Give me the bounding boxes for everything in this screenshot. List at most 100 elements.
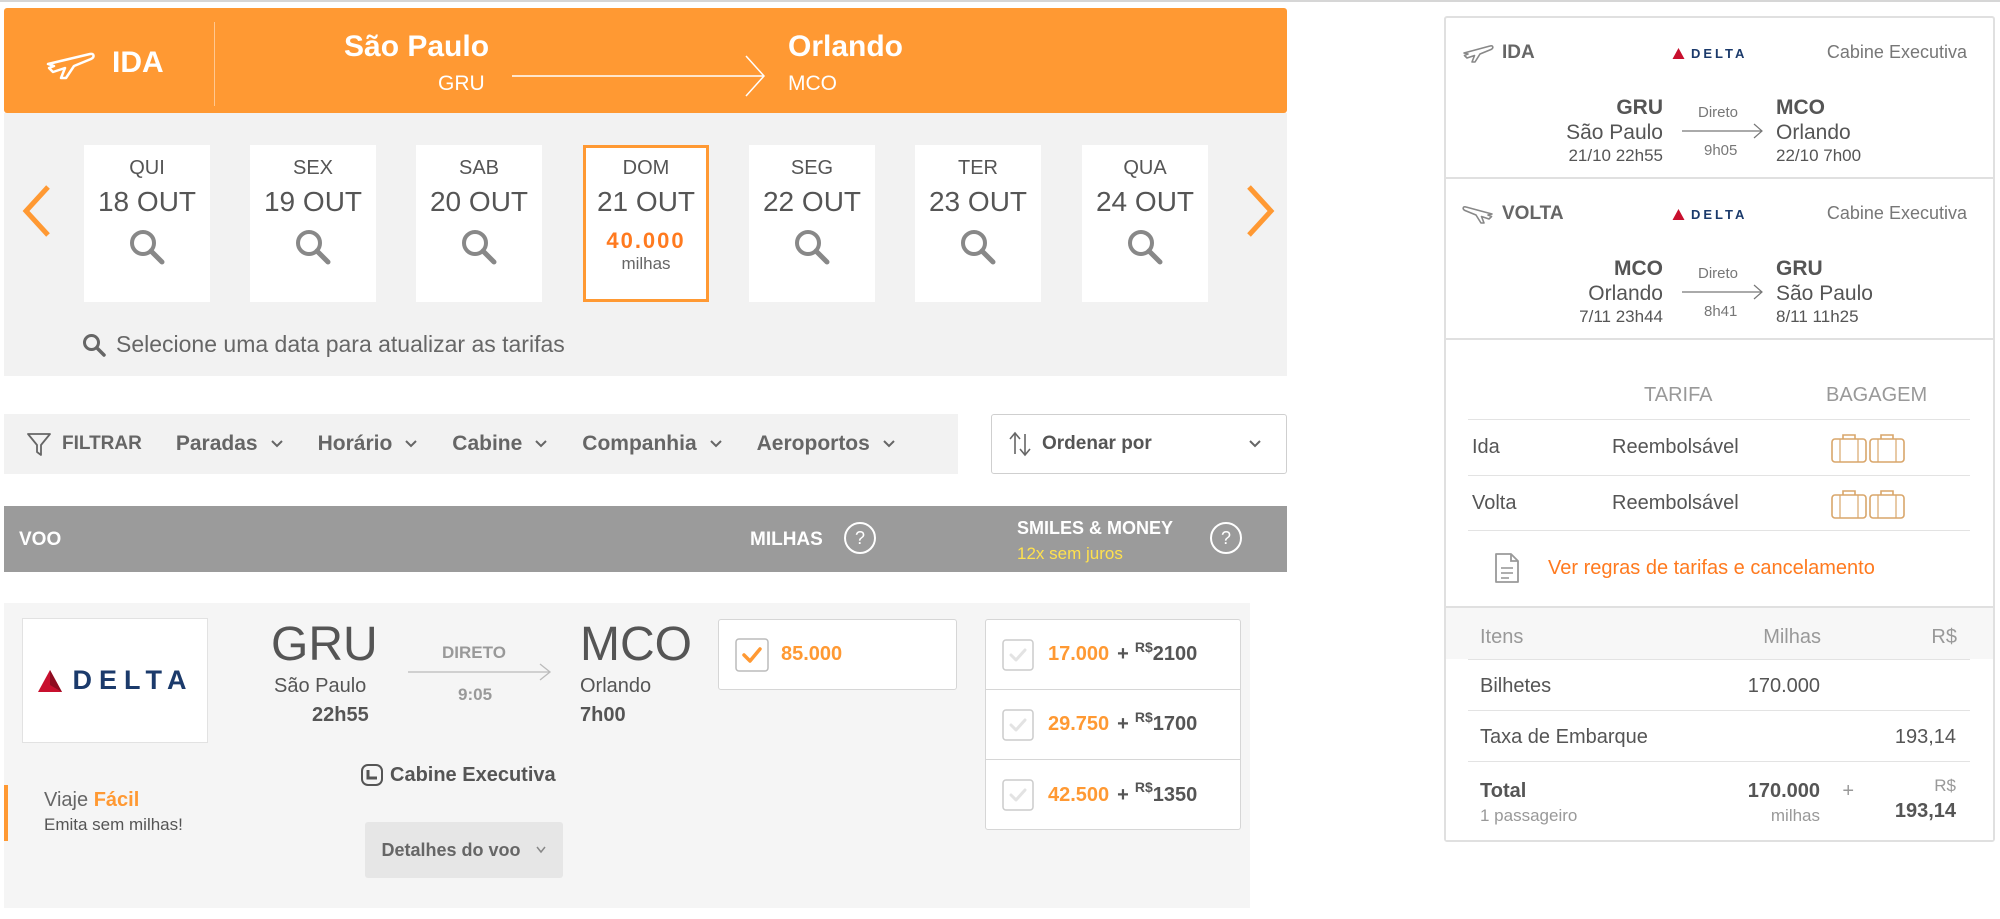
search-icon [83, 333, 106, 357]
flight-destination-city: Orlando [580, 675, 652, 697]
chevron-down-icon [883, 440, 895, 448]
date-card-21-out-selected[interactable]: DOM 21 OUT 40.000 milhas [583, 145, 709, 302]
fare-type: Reembolsável [1612, 492, 1739, 514]
date-day: 18 OUT [97, 186, 197, 217]
chevron-down-icon [270, 440, 283, 448]
sort-label: Ordenar por [1042, 433, 1152, 454]
leg-duration: 8h41 [1704, 303, 1738, 320]
chevron-left-icon[interactable] [18, 181, 58, 241]
fare-rules-link[interactable]: Ver regras de tarifas e cancelamento [1494, 552, 1875, 584]
chevron-down-icon [405, 440, 417, 448]
leg-origin-code: GRU [1616, 96, 1663, 119]
totals-rs: 193,14 [1894, 726, 1956, 748]
filter-option-label: Companhia [582, 432, 697, 455]
filter-companhia[interactable]: Companhia [582, 432, 722, 456]
smiles-money-help-icon[interactable]: ? [1210, 522, 1242, 554]
booking-summary: IDA DELTA Cabine Executiva GRU São Paulo… [1444, 16, 1995, 842]
date-card-18-out[interactable]: QUI 18 OUT [84, 145, 210, 302]
flight-arrival-time: 7h00 [580, 704, 626, 726]
date-weekday: SEX [292, 157, 334, 179]
date-card-20-out[interactable]: SAB 20 OUT [416, 145, 542, 302]
checkbox-icon[interactable] [1002, 708, 1034, 741]
chevron-down-icon [1249, 440, 1261, 448]
fare-type: Reembolsável [1612, 436, 1739, 458]
chevron-down-icon [709, 440, 722, 448]
date-card-23-out[interactable]: TER 23 OUT [915, 145, 1041, 302]
top-divider [0, 0, 2000, 2]
flight-direct-label: DIRETO [442, 643, 506, 662]
leg-arrival: 8/11 11h25 [1776, 307, 1859, 326]
leg-destination-code: MCO [1776, 96, 1825, 119]
filter-bar: FILTRAR Paradas Horário Cabine Companhia… [4, 414, 958, 474]
filter-cabine[interactable]: Cabine [452, 432, 548, 456]
date-card-22-out[interactable]: SEG 22 OUT [749, 145, 875, 302]
chevron-right-icon[interactable] [1239, 181, 1279, 241]
document-icon [1495, 553, 1519, 583]
search-icon [1128, 230, 1163, 265]
flight-origin-city: São Paulo [274, 675, 367, 697]
sort-dropdown[interactable]: Ordenar por [991, 414, 1287, 474]
date-day: 21 OUT [596, 186, 696, 217]
filter-button[interactable]: FILTRAR [26, 431, 142, 457]
filter-horario[interactable]: Horário [318, 432, 419, 456]
checkbox-checked-icon[interactable] [735, 637, 769, 672]
delta-logo-icon [37, 669, 62, 692]
plane-takeoff-icon [46, 52, 95, 80]
destination-city: Orlando [788, 30, 904, 63]
filter-option-label: Aeroportos [756, 432, 870, 455]
column-milhas: MILHAS [750, 529, 823, 550]
smiles-money-amount: 1350 [1152, 783, 1198, 806]
column-smiles-money: SMILES & MONEY [1017, 518, 1174, 538]
leg-departure: 7/11 23h44 [1579, 307, 1663, 326]
promo-brand-b: Fácil [93, 789, 140, 811]
flight-result-row: DELTA GRU São Paulo 22h55 DIRETO 9:05 MC… [4, 603, 1250, 908]
date-weekday: QUI [129, 157, 165, 179]
route-arrow-icon [408, 663, 552, 681]
filter-paradas[interactable]: Paradas [176, 432, 284, 456]
column-voo: VOO [19, 529, 62, 550]
totals-column-milhas: Milhas [1763, 626, 1821, 648]
fare-row-volta: Volta Reembolsável [1468, 475, 1970, 531]
route-arrow-icon [512, 55, 766, 97]
milhas-fare-option[interactable]: 85.000 [718, 619, 957, 690]
destination-code: MCO [788, 72, 837, 95]
date-card-19-out[interactable]: SEX 19 OUT [250, 145, 376, 302]
chevron-down-icon [535, 440, 548, 448]
leg-airline-name: DELTA [1691, 46, 1748, 61]
delta-logo-icon [1672, 209, 1685, 220]
checkbox-icon[interactable] [1002, 638, 1034, 671]
flight-details-button[interactable]: Detalhes do voo [365, 822, 563, 878]
milhas-help-icon[interactable]: ? [844, 522, 876, 554]
airline-logo: DELTA [22, 618, 208, 743]
smiles-money-option[interactable]: 42.500 + R$ 1350 [986, 760, 1240, 830]
date-price-unit: milhas [621, 254, 671, 273]
checkbox-icon[interactable] [1002, 779, 1034, 811]
smiles-money-option[interactable]: 29.750 + R$ 1700 [986, 690, 1240, 760]
baggage-icon [1831, 434, 1905, 463]
date-weekday: DOM [622, 157, 670, 179]
leg-duration: 9h05 [1704, 142, 1738, 159]
milhas-fare-value: 85.000 [781, 643, 843, 665]
viaje-facil-logo[interactable]: Viaje Fácil [44, 789, 139, 812]
flight-origin-code: GRU [271, 618, 378, 671]
leg-airline-name: DELTA [1691, 207, 1748, 222]
plus-sign: + [1117, 783, 1129, 806]
filter-aeroportos[interactable]: Aeroportos [757, 432, 896, 456]
total-label: Total [1480, 780, 1527, 802]
fare-column-tarifa: TARIFA [1644, 384, 1713, 406]
route-arrow-icon [1682, 123, 1763, 139]
fare-leg: Ida [1472, 436, 1500, 458]
total-plus: + [1842, 780, 1854, 802]
smiles-money-option[interactable]: 17.000 + R$ 2100 [986, 620, 1240, 690]
cabin-class-label: Cabine Executiva [390, 763, 556, 786]
plus-sign: + [1117, 713, 1129, 735]
smiles-money-options: 17.000 + R$ 2100 29.750 + R$ 1700 42.500… [985, 619, 1241, 830]
flight-departure-time: 22h55 [312, 704, 369, 726]
totals-label: Bilhetes [1480, 675, 1552, 697]
date-day: 24 OUT [1095, 186, 1195, 217]
date-card-24-out[interactable]: QUA 24 OUT [1082, 145, 1208, 302]
search-icon [795, 230, 830, 265]
sort-arrows-icon [1009, 431, 1031, 457]
leg-direct-label: Direto [1698, 265, 1739, 282]
total-milhas-unit: milhas [1770, 806, 1820, 825]
